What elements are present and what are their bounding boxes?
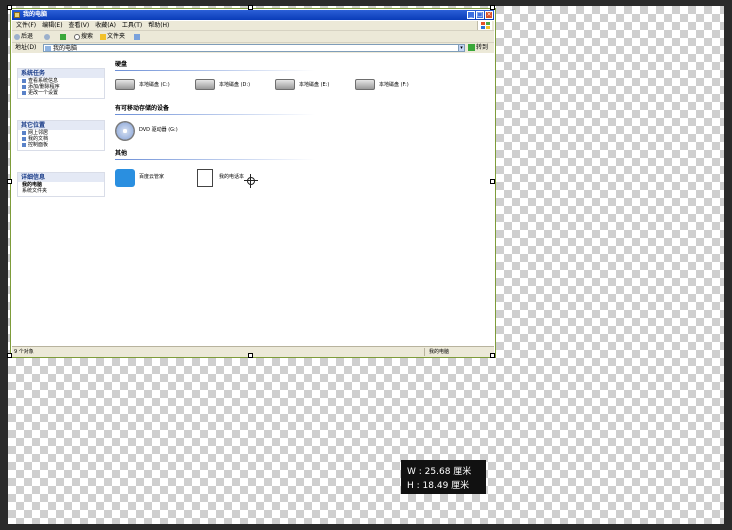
system-tasks-panel: 系统任务 查看系统信息 添加/删除程序 更改一个设置 xyxy=(17,68,105,99)
settings-icon xyxy=(22,90,26,95)
address-bar: 地址(D) 我的电脑 ▾ 转到 xyxy=(12,43,494,53)
drive-f[interactable]: 本地磁盘 (F:) xyxy=(355,78,425,94)
drive-label: 本地磁盘 (D:) xyxy=(219,82,251,88)
views-button[interactable] xyxy=(134,32,141,41)
go-label: 转到 xyxy=(476,44,489,51)
details-header[interactable]: 详细信息 xyxy=(18,173,104,182)
toolbar: 后退 搜索 文件夹 xyxy=(12,31,494,43)
drive-label: 本地磁盘 (C:) xyxy=(139,82,170,88)
transform-handle-left[interactable] xyxy=(7,179,12,184)
menu-edit[interactable]: 编辑(E) xyxy=(42,21,62,30)
app-label: 百度云管家 xyxy=(139,174,165,180)
views-icon xyxy=(134,33,140,40)
menu-file[interactable]: 文件(F) xyxy=(16,21,36,30)
status-bar: 9 个对象 我的电脑 xyxy=(12,346,494,357)
back-label: 后退 xyxy=(21,33,34,40)
computer-icon xyxy=(14,12,20,18)
maximize-button[interactable]: □ xyxy=(476,11,484,19)
up-folder-icon xyxy=(60,33,66,40)
window-title: 我的电脑 xyxy=(23,11,48,18)
folders-button[interactable]: 文件夹 xyxy=(100,32,125,41)
drive-e[interactable]: 本地磁盘 (E:) xyxy=(275,78,345,94)
task-pane: 系统任务 查看系统信息 添加/删除程序 更改一个设置 其它位置 网上邻居 我的文… xyxy=(12,54,108,346)
folder-icon xyxy=(100,33,106,40)
removable-group-header: 有可移动存储的设备 xyxy=(115,105,170,112)
go-arrow-icon xyxy=(468,44,475,51)
hard-disk-icon xyxy=(115,79,135,90)
transform-handle-top-right[interactable] xyxy=(490,5,495,10)
programs-icon xyxy=(22,84,26,89)
minimize-button[interactable]: _ xyxy=(467,11,475,19)
drive-c[interactable]: 本地磁盘 (C:) xyxy=(115,78,185,94)
hard-disk-icon xyxy=(275,79,295,90)
search-icon xyxy=(74,33,80,40)
width-label: W : xyxy=(407,467,422,477)
divider xyxy=(115,114,315,115)
drive-label: 本地磁盘 (F:) xyxy=(379,82,409,88)
windows-logo-icon xyxy=(477,21,492,30)
transform-handle-bottom[interactable] xyxy=(248,353,253,358)
back-arrow-icon xyxy=(14,33,20,40)
network-icon xyxy=(22,130,26,135)
details-panel: 详细信息 我的电脑 系统文件夹 xyxy=(17,172,105,197)
transform-handle-top-left[interactable] xyxy=(7,5,12,10)
menu-favorites[interactable]: 收藏(A) xyxy=(95,21,116,30)
documents-icon xyxy=(22,136,26,141)
address-value: 我的电脑 xyxy=(53,45,78,52)
search-button[interactable]: 搜索 xyxy=(74,32,93,41)
app-label: 我的电话本 xyxy=(219,174,245,180)
dvd-drive[interactable]: DVD 驱动器 (G:) xyxy=(115,120,195,142)
back-button[interactable]: 后退 xyxy=(14,32,33,41)
content-area: 硬盘 本地磁盘 (C:) 本地磁盘 (D:) 本地磁盘 (E:) 本地磁盘 (F… xyxy=(109,54,494,346)
change-setting-link[interactable]: 更改一个设置 xyxy=(18,90,104,98)
object-count: 9 个对象 xyxy=(14,349,34,355)
dimension-tooltip: W : 25.68 厘米 H : 18.49 厘米 xyxy=(401,460,486,494)
hard-disk-icon xyxy=(195,79,215,90)
address-dropdown-button[interactable]: ▾ xyxy=(458,44,465,52)
height-label: H : xyxy=(407,481,420,491)
dvd-disc-icon xyxy=(115,121,135,141)
other-places-header[interactable]: 其它位置 xyxy=(18,121,104,130)
system-tasks-header[interactable]: 系统任务 xyxy=(18,69,104,78)
title-bar[interactable]: 我的电脑 _ □ × xyxy=(12,10,494,20)
computer-icon xyxy=(45,46,51,51)
divider xyxy=(115,159,315,160)
cloud-app-icon xyxy=(115,169,135,187)
info-icon xyxy=(22,78,26,83)
transform-handle-bottom-left[interactable] xyxy=(7,353,12,358)
menu-tools[interactable]: 工具(T) xyxy=(122,21,142,30)
control-panel-link[interactable]: 控制面板 xyxy=(18,142,104,150)
other-group-header: 其他 xyxy=(115,150,128,157)
height-value: 18.49 厘米 xyxy=(422,481,470,491)
menu-view[interactable]: 查看(V) xyxy=(68,21,89,30)
transform-handle-top[interactable] xyxy=(248,5,253,10)
address-label: 地址(D) xyxy=(15,44,37,51)
disks-group-header: 硬盘 xyxy=(115,61,128,68)
folders-label: 文件夹 xyxy=(107,33,126,40)
forward-arrow-icon xyxy=(44,33,50,40)
up-button[interactable] xyxy=(60,32,67,41)
drive-label: 本地磁盘 (E:) xyxy=(299,82,330,88)
hard-disk-icon xyxy=(355,79,375,90)
menu-help[interactable]: 帮助(H) xyxy=(148,21,169,30)
phonebook-icon xyxy=(197,169,213,187)
divider xyxy=(115,70,315,71)
drive-d[interactable]: 本地磁盘 (D:) xyxy=(195,78,265,94)
other-places-panel: 其它位置 网上邻居 我的文档 控制面板 xyxy=(17,120,105,151)
address-field[interactable]: 我的电脑 xyxy=(43,44,465,52)
drive-label: DVD 驱动器 (G:) xyxy=(139,127,178,133)
details-subtitle: 系统文件夹 xyxy=(22,188,48,194)
status-location: 我的电脑 xyxy=(424,348,449,356)
go-button[interactable]: 转到 xyxy=(468,44,488,52)
baidu-cloud-item[interactable]: 百度云管家 xyxy=(115,168,185,188)
reference-point-icon[interactable] xyxy=(244,174,258,188)
close-button[interactable]: × xyxy=(485,11,493,19)
transform-handle-right[interactable] xyxy=(490,179,495,184)
width-value: 25.68 厘米 xyxy=(424,467,472,477)
menu-bar: 文件(F) 编辑(E) 查看(V) 收藏(A) 工具(T) 帮助(H) xyxy=(12,21,494,31)
control-panel-icon xyxy=(22,142,26,147)
search-label: 搜索 xyxy=(81,33,94,40)
forward-button[interactable] xyxy=(44,32,51,41)
transform-handle-bottom-right[interactable] xyxy=(490,353,495,358)
